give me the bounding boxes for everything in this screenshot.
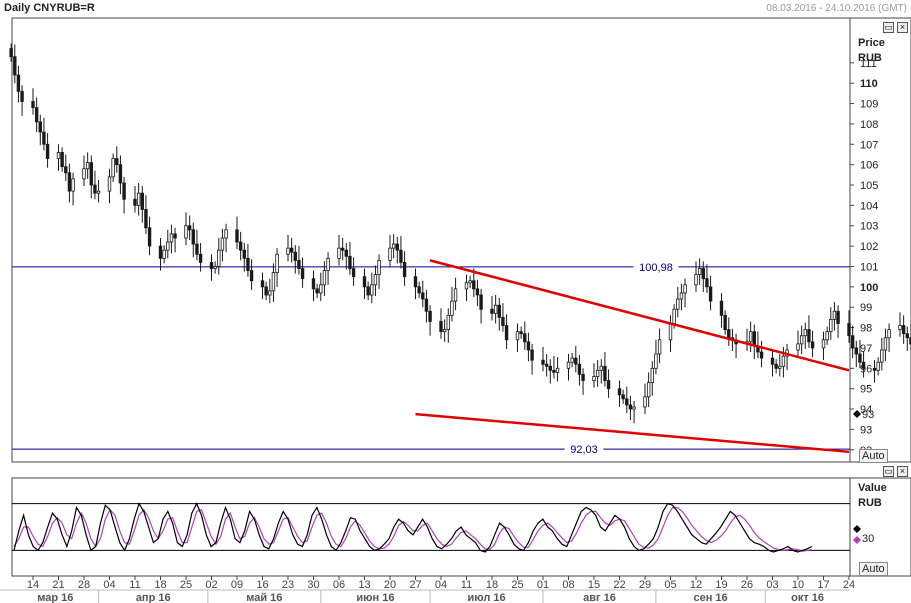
osc-d-marker-icon bbox=[853, 536, 861, 544]
osc-panel-restore-icon[interactable]: ▭ bbox=[883, 466, 894, 477]
x-tick-label: 09 bbox=[231, 579, 243, 591]
x-tick-label: 15 bbox=[588, 579, 600, 591]
osc-tick-30: 30 bbox=[862, 533, 874, 545]
price-panel-restore-icon[interactable]: ▭ bbox=[883, 22, 894, 33]
candle bbox=[880, 337, 884, 371]
y-tick-label: 110 bbox=[860, 78, 878, 90]
y-tick-label: 105 bbox=[860, 180, 878, 192]
level-label: 100,98 bbox=[639, 262, 673, 274]
candle bbox=[887, 323, 891, 353]
x-tick-label: 05 bbox=[664, 579, 676, 591]
osc-panel-close-icon[interactable]: × bbox=[897, 466, 908, 477]
x-tick-label: 29 bbox=[639, 579, 651, 591]
x-tick-label: 08 bbox=[562, 579, 574, 591]
x-tick-label: 11 bbox=[461, 579, 472, 591]
level-label: 92,03 bbox=[570, 444, 598, 456]
candle bbox=[883, 328, 888, 362]
x-tick-label: 02 bbox=[205, 579, 217, 591]
osc-auto-button[interactable]: Auto bbox=[859, 562, 888, 576]
y-tick-label: 103 bbox=[860, 221, 878, 233]
y-tick-label: 109 bbox=[860, 99, 878, 111]
x-tick-label: 14 bbox=[27, 579, 39, 591]
price-axis-label: Price bbox=[858, 37, 885, 49]
y-tick-label: 101 bbox=[860, 261, 878, 273]
x-tick-label: 06 bbox=[333, 579, 345, 591]
x-tick-label: 30 bbox=[307, 579, 319, 591]
x-tick-label: 25 bbox=[511, 579, 523, 591]
price-axis-unit: RUB bbox=[858, 52, 882, 64]
y-tick-label: 96 bbox=[860, 363, 872, 375]
x-tick-label: 04 bbox=[103, 579, 115, 591]
y-tick-label: 106 bbox=[860, 160, 878, 172]
price-axis: 9293949596979899100101102103104105106107… bbox=[850, 58, 878, 457]
last-price-label: 93 bbox=[862, 409, 874, 421]
x-month-label: июн 16 bbox=[356, 592, 394, 603]
x-month-label: апр 16 bbox=[136, 592, 171, 603]
x-month-label: мар 16 bbox=[37, 592, 73, 603]
x-month-label: сен 16 bbox=[693, 592, 727, 603]
osc-axis-label: Value bbox=[858, 482, 887, 494]
x-tick-label: 10 bbox=[792, 579, 804, 591]
chart-canvas[interactable]: 9293949596979899100101102103104105106107… bbox=[0, 0, 911, 603]
candle bbox=[876, 357, 880, 376]
y-tick-label: 108 bbox=[860, 119, 878, 131]
x-month-label: июл 16 bbox=[467, 592, 505, 603]
x-tick-label: 16 bbox=[256, 579, 268, 591]
candle bbox=[905, 326, 909, 351]
candle bbox=[850, 325, 855, 359]
x-tick-label: 24 bbox=[843, 579, 855, 591]
x-tick-label: 03 bbox=[766, 579, 778, 591]
y-tick-label: 98 bbox=[860, 323, 872, 335]
candle bbox=[854, 340, 858, 368]
x-tick-label: 18 bbox=[154, 579, 166, 591]
x-tick-label: 23 bbox=[282, 579, 294, 591]
x-month-label: авг 16 bbox=[583, 592, 616, 603]
osc-k-marker-icon bbox=[853, 525, 861, 533]
price-auto-button[interactable]: Auto bbox=[859, 449, 888, 463]
y-tick-label: 102 bbox=[860, 241, 878, 253]
price-panel-close-icon[interactable]: × bbox=[897, 22, 908, 33]
oscillator-plot-area[interactable] bbox=[11, 477, 851, 577]
y-tick-label: 107 bbox=[860, 139, 878, 151]
x-tick-label: 26 bbox=[741, 579, 753, 591]
x-tick-label: 19 bbox=[715, 579, 727, 591]
x-tick-label: 21 bbox=[52, 579, 64, 591]
x-tick-label: 11 bbox=[129, 579, 140, 591]
x-tick-label: 04 bbox=[435, 579, 447, 591]
x-tick-label: 25 bbox=[180, 579, 192, 591]
x-tick-label: 28 bbox=[78, 579, 90, 591]
x-tick-label: 12 bbox=[690, 579, 702, 591]
candle bbox=[872, 360, 877, 383]
y-tick-label: 97 bbox=[860, 343, 872, 355]
osc-axis-unit: RUB bbox=[858, 497, 882, 509]
x-tick-label: 01 bbox=[537, 579, 549, 591]
x-tick-label: 22 bbox=[613, 579, 625, 591]
candle bbox=[901, 315, 906, 344]
y-tick-label: 95 bbox=[860, 384, 872, 396]
price-plot-area[interactable] bbox=[11, 17, 851, 463]
y-tick-label: 104 bbox=[860, 200, 878, 212]
x-tick-label: 13 bbox=[358, 579, 370, 591]
x-tick-label: 18 bbox=[486, 579, 498, 591]
x-month-label: окт 16 bbox=[791, 592, 824, 603]
x-tick-label: 17 bbox=[817, 579, 829, 591]
x-tick-label: 27 bbox=[409, 579, 421, 591]
y-tick-label: 99 bbox=[860, 302, 872, 314]
candle bbox=[898, 312, 902, 337]
y-tick-label: 100 bbox=[860, 282, 878, 294]
x-month-label: май 16 bbox=[246, 592, 282, 603]
x-tick-label: 20 bbox=[384, 579, 396, 591]
y-tick-label: 93 bbox=[860, 424, 872, 436]
